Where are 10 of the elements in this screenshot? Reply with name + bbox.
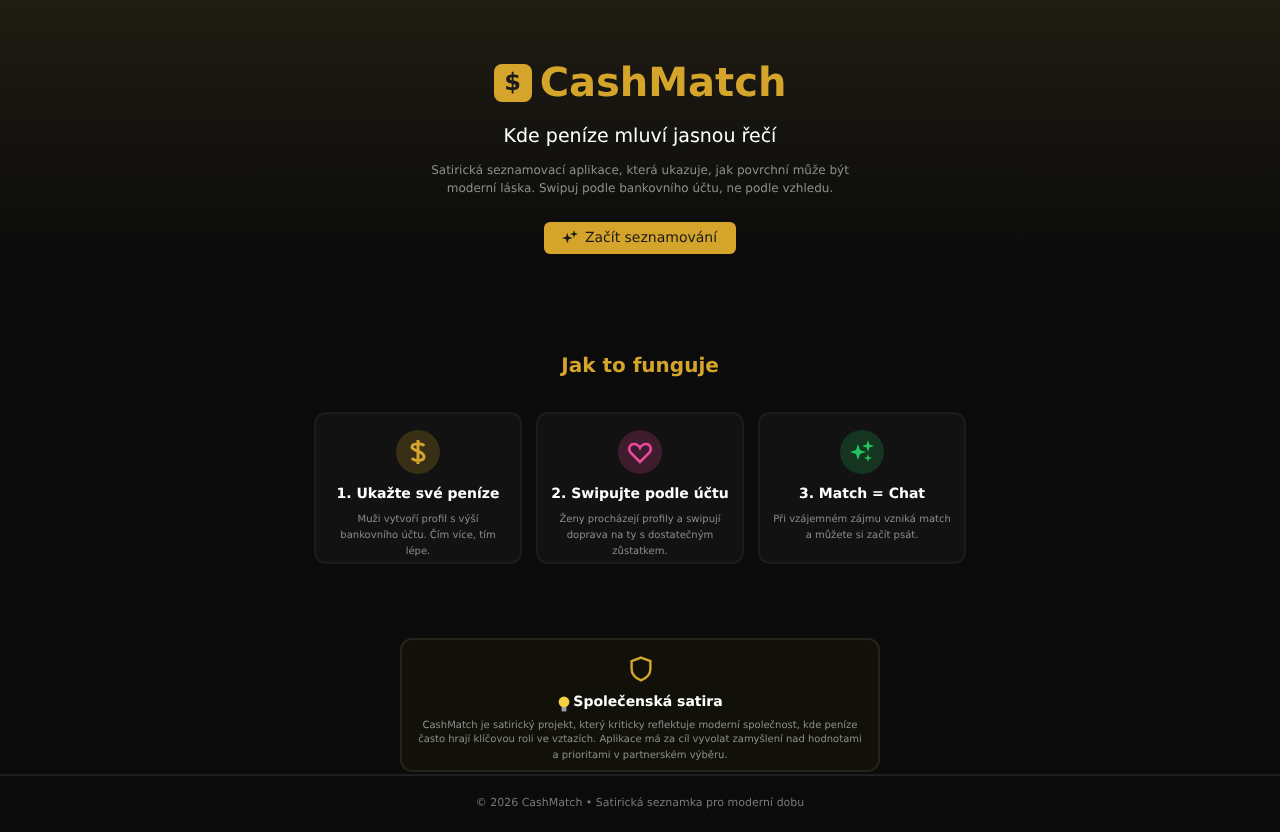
heart-icon (628, 441, 652, 464)
sparkles-icon (850, 440, 874, 465)
brand-title: CashMatch (539, 56, 787, 110)
lightbulb-icon (557, 695, 570, 711)
shield-icon (629, 656, 651, 683)
sparkles-icon (562, 230, 579, 247)
section-title: Jak to funguje (561, 354, 719, 383)
logo-badge: $ (493, 63, 532, 101)
dollar-icon (408, 440, 428, 465)
tagline: Kde peníze mluví jasnou řečí (503, 124, 777, 152)
